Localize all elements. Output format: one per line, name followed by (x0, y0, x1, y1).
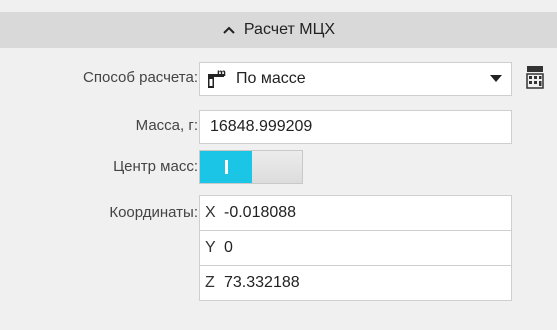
section-header[interactable]: Расчет МЦХ (0, 12, 557, 48)
mass-method-icon: m (206, 68, 230, 90)
axis-label: X (205, 204, 216, 221)
mass-field[interactable]: 16848.999209 (199, 110, 512, 144)
coordinate-row-x[interactable]: X -0.018088 (200, 196, 511, 231)
coordinate-value: 0 (224, 239, 233, 256)
section-title: Расчет МЦХ (243, 21, 336, 38)
mass-value: 16848.999209 (210, 118, 313, 135)
calculator-icon (524, 64, 546, 95)
caret-down-icon[interactable] (485, 75, 507, 83)
coordinate-value: -0.018088 (224, 204, 297, 221)
coordinate-value: 73.332188 (224, 274, 300, 291)
axis-label: Z (205, 274, 215, 291)
method-value: По массе (236, 70, 306, 87)
chevron-up-icon (222, 25, 236, 35)
method-label: Способ расчета: (83, 69, 198, 86)
coordinates-label: Координаты: (109, 204, 198, 221)
coordinate-row-z[interactable]: Z 73.332188 (200, 266, 511, 300)
center-of-mass-label: Центр масс: (113, 158, 198, 175)
mass-label: Масса, г: (135, 117, 198, 134)
center-of-mass-toggle[interactable] (199, 150, 303, 184)
toggle-off-segment (252, 151, 302, 183)
axis-label: Y (205, 239, 216, 256)
coordinate-row-y[interactable]: Y 0 (200, 231, 511, 266)
coordinates-table: X -0.018088 Y 0 Z 73.332188 (199, 195, 512, 301)
calculator-button[interactable] (520, 62, 550, 96)
method-select[interactable]: m По массе (199, 62, 512, 96)
svg-text:m: m (217, 68, 226, 79)
toggle-on-segment (200, 151, 252, 183)
